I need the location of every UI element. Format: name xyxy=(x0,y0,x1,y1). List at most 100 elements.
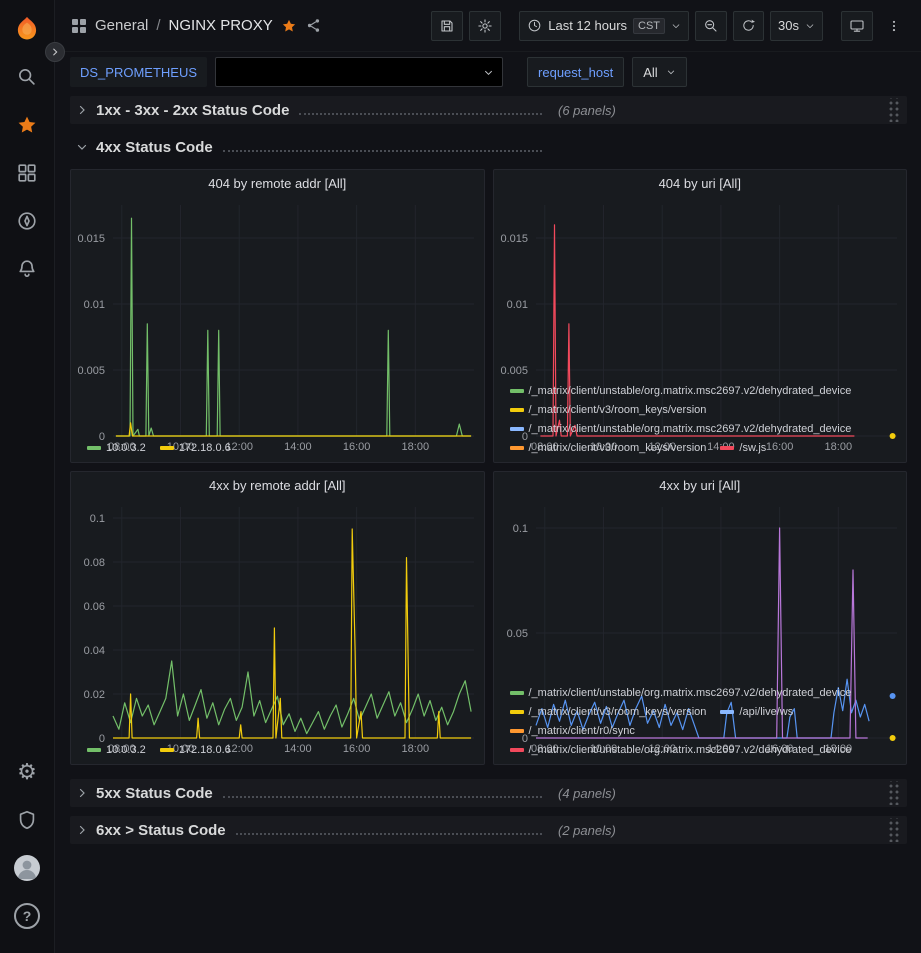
refresh-interval-dropdown[interactable]: 30s xyxy=(770,11,823,41)
panel-404-by-uri: 404 by uri [All] 00.0050.010.01508:0010:… xyxy=(493,169,908,463)
sidebar: ⚙ ? xyxy=(0,0,55,953)
row-panel-count: (6 panels) xyxy=(558,103,616,118)
legend-label: /_matrix/client/r0/sync xyxy=(529,723,635,739)
more-options-button[interactable] xyxy=(879,11,909,41)
sidebar-item-server-admin[interactable] xyxy=(7,803,47,837)
sidebar-item-starred[interactable] xyxy=(7,108,47,142)
main-area: General / NGINX PROXY xyxy=(55,0,921,953)
top-navbar: General / NGINX PROXY xyxy=(55,0,921,52)
sidebar-collapse-button[interactable] xyxy=(45,42,65,62)
favorite-star-icon[interactable] xyxy=(281,18,297,34)
svg-text:0.005: 0.005 xyxy=(500,365,528,377)
compass-icon xyxy=(16,210,38,232)
legend-item[interactable]: /_matrix/client/unstable/org.matrix.msc2… xyxy=(510,383,852,399)
panel-title[interactable]: 404 by uri [All] xyxy=(494,170,907,197)
dashboard-title[interactable]: NGINX PROXY xyxy=(169,17,273,34)
variable-select-request-host[interactable]: All xyxy=(632,57,686,87)
sidebar-item-search[interactable] xyxy=(7,60,47,94)
breadcrumb: General / NGINX PROXY xyxy=(71,17,322,34)
dashboard-settings-button[interactable] xyxy=(469,11,501,41)
kebab-menu-icon xyxy=(887,18,901,34)
sidebar-bottom-group: ⚙ ? xyxy=(7,755,47,953)
panel-title[interactable]: 4xx by remote addr [All] xyxy=(71,472,484,499)
legend-item[interactable]: 10.0.3.2 xyxy=(87,742,146,758)
chevron-right-icon xyxy=(74,822,90,838)
svg-text:0.1: 0.1 xyxy=(90,513,105,525)
row-drag-handle[interactable] xyxy=(887,781,899,805)
legend-swatch xyxy=(510,389,524,393)
sidebar-item-explore[interactable] xyxy=(7,204,47,238)
row-4xx-status-code[interactable]: 4xx Status Code xyxy=(70,133,907,161)
chart-4xx-by-remote-addr[interactable]: 00.020.040.060.080.108:0010:0012:0014:00… xyxy=(71,499,484,740)
row-title: 4xx Status Code xyxy=(96,139,213,156)
monitor-icon xyxy=(849,18,865,34)
legend-swatch xyxy=(510,427,524,431)
breadcrumb-separator: / xyxy=(156,17,160,34)
legend-item[interactable]: /_matrix/client/unstable/org.matrix.msc2… xyxy=(510,685,852,701)
share-icon[interactable] xyxy=(305,17,322,34)
sidebar-item-profile[interactable] xyxy=(7,851,47,885)
svg-text:0.05: 0.05 xyxy=(506,628,527,640)
row-1xx-3xx-2xx-status-code[interactable]: 1xx - 3xx - 2xx Status Code (6 panels) xyxy=(70,96,907,124)
panel-title[interactable]: 404 by remote addr [All] xyxy=(71,170,484,197)
legend-item[interactable]: 172.18.0.6 xyxy=(160,742,231,758)
grafana-logo[interactable] xyxy=(7,12,47,46)
row-6xx-status-code[interactable]: 6xx > Status Code (2 panels) xyxy=(70,816,907,844)
legend-label: /_matrix/client/v3/room_keys/version xyxy=(529,704,707,720)
bell-icon xyxy=(16,258,38,280)
legend-label: /_matrix/client/unstable/org.matrix.msc2… xyxy=(529,742,852,758)
chart-404-by-uri[interactable]: 00.0050.010.01508:0010:0012:0014:0016:00… xyxy=(494,197,907,381)
svg-text:0.1: 0.1 xyxy=(512,523,527,535)
legend-item[interactable]: /sw.js xyxy=(720,440,766,456)
legend-item[interactable]: /_matrix/client/r0/sync xyxy=(510,723,635,739)
sidebar-item-dashboards[interactable] xyxy=(7,156,47,190)
sidebar-item-help[interactable]: ? xyxy=(7,899,47,933)
dashboard-canvas: 1xx - 3xx - 2xx Status Code (6 panels) 4… xyxy=(55,92,921,953)
panel-title[interactable]: 4xx by uri [All] xyxy=(494,472,907,499)
legend-swatch xyxy=(87,748,101,752)
gear-icon: ⚙ xyxy=(17,761,37,783)
row-drag-handle[interactable] xyxy=(887,98,899,122)
legend-item[interactable]: 172.18.0.6 xyxy=(160,440,231,456)
legend-swatch xyxy=(160,748,174,752)
legend-item[interactable]: /api/live/ws xyxy=(720,704,793,720)
row-5xx-status-code[interactable]: 5xx Status Code (4 panels) xyxy=(70,779,907,807)
legend-item[interactable]: /_matrix/client/v3/room_keys/version xyxy=(510,704,707,720)
panel-4xx-by-remote-addr: 4xx by remote addr [All] 00.020.040.060.… xyxy=(70,471,485,765)
row-drag-handle[interactable] xyxy=(887,818,899,842)
legend-item[interactable]: 10.0.3.2 xyxy=(87,440,146,456)
panel-404-by-remote-addr: 404 by remote addr [All] 00.0050.010.015… xyxy=(70,169,485,463)
legend-label: /_matrix/client/v3/room_keys/version xyxy=(529,402,707,418)
legend-label: 172.18.0.6 xyxy=(179,742,231,758)
clock-icon xyxy=(527,18,542,33)
sidebar-item-configuration[interactable]: ⚙ xyxy=(7,755,47,789)
legend-item[interactable]: /_matrix/client/unstable/org.matrix.msc2… xyxy=(510,421,852,437)
zoom-out-button[interactable] xyxy=(695,11,727,41)
legend-item[interactable]: /_matrix/client/unstable/org.matrix.msc2… xyxy=(510,742,852,758)
legend: /_matrix/client/unstable/org.matrix.msc2… xyxy=(494,683,907,764)
variable-select-ds-prometheus[interactable] xyxy=(215,57,503,87)
save-dashboard-button[interactable] xyxy=(431,11,463,41)
time-range-picker[interactable]: Last 12 hours CST xyxy=(519,11,689,41)
chevron-down-icon xyxy=(666,67,676,77)
svg-text:0.08: 0.08 xyxy=(84,557,105,569)
chevron-down-icon xyxy=(74,139,90,155)
legend-item[interactable]: /_matrix/client/v3/room_keys/version xyxy=(510,440,707,456)
grafana-app: ⚙ ? xyxy=(0,0,921,953)
legend-swatch xyxy=(87,446,101,450)
chart-404-by-remote-addr[interactable]: 00.0050.010.01508:0010:0012:0014:0016:00… xyxy=(71,197,484,438)
panel-4xx-by-uri: 4xx by uri [All] 00.050.108:0010:0012:00… xyxy=(493,471,908,765)
refresh-button[interactable] xyxy=(733,11,764,41)
breadcrumb-folder[interactable]: General xyxy=(95,17,148,34)
tv-mode-button[interactable] xyxy=(841,11,873,41)
chart-4xx-by-uri[interactable]: 00.050.108:0010:0012:0014:0016:0018:00 xyxy=(494,499,907,683)
legend: 10.0.3.2 172.18.0.6 xyxy=(71,438,484,462)
legend-label: /api/live/ws xyxy=(739,704,793,720)
row-panel-count: (4 panels) xyxy=(558,786,616,801)
legend-item[interactable]: /_matrix/client/v3/room_keys/version xyxy=(510,402,707,418)
sidebar-item-alerting[interactable] xyxy=(7,252,47,286)
row-title-wrap: 6xx > Status Code xyxy=(74,822,552,839)
dashboard-toolbar: Last 12 hours CST 30s xyxy=(431,11,909,41)
refresh-interval-value: 30s xyxy=(778,18,799,33)
timezone-badge: CST xyxy=(633,18,665,34)
